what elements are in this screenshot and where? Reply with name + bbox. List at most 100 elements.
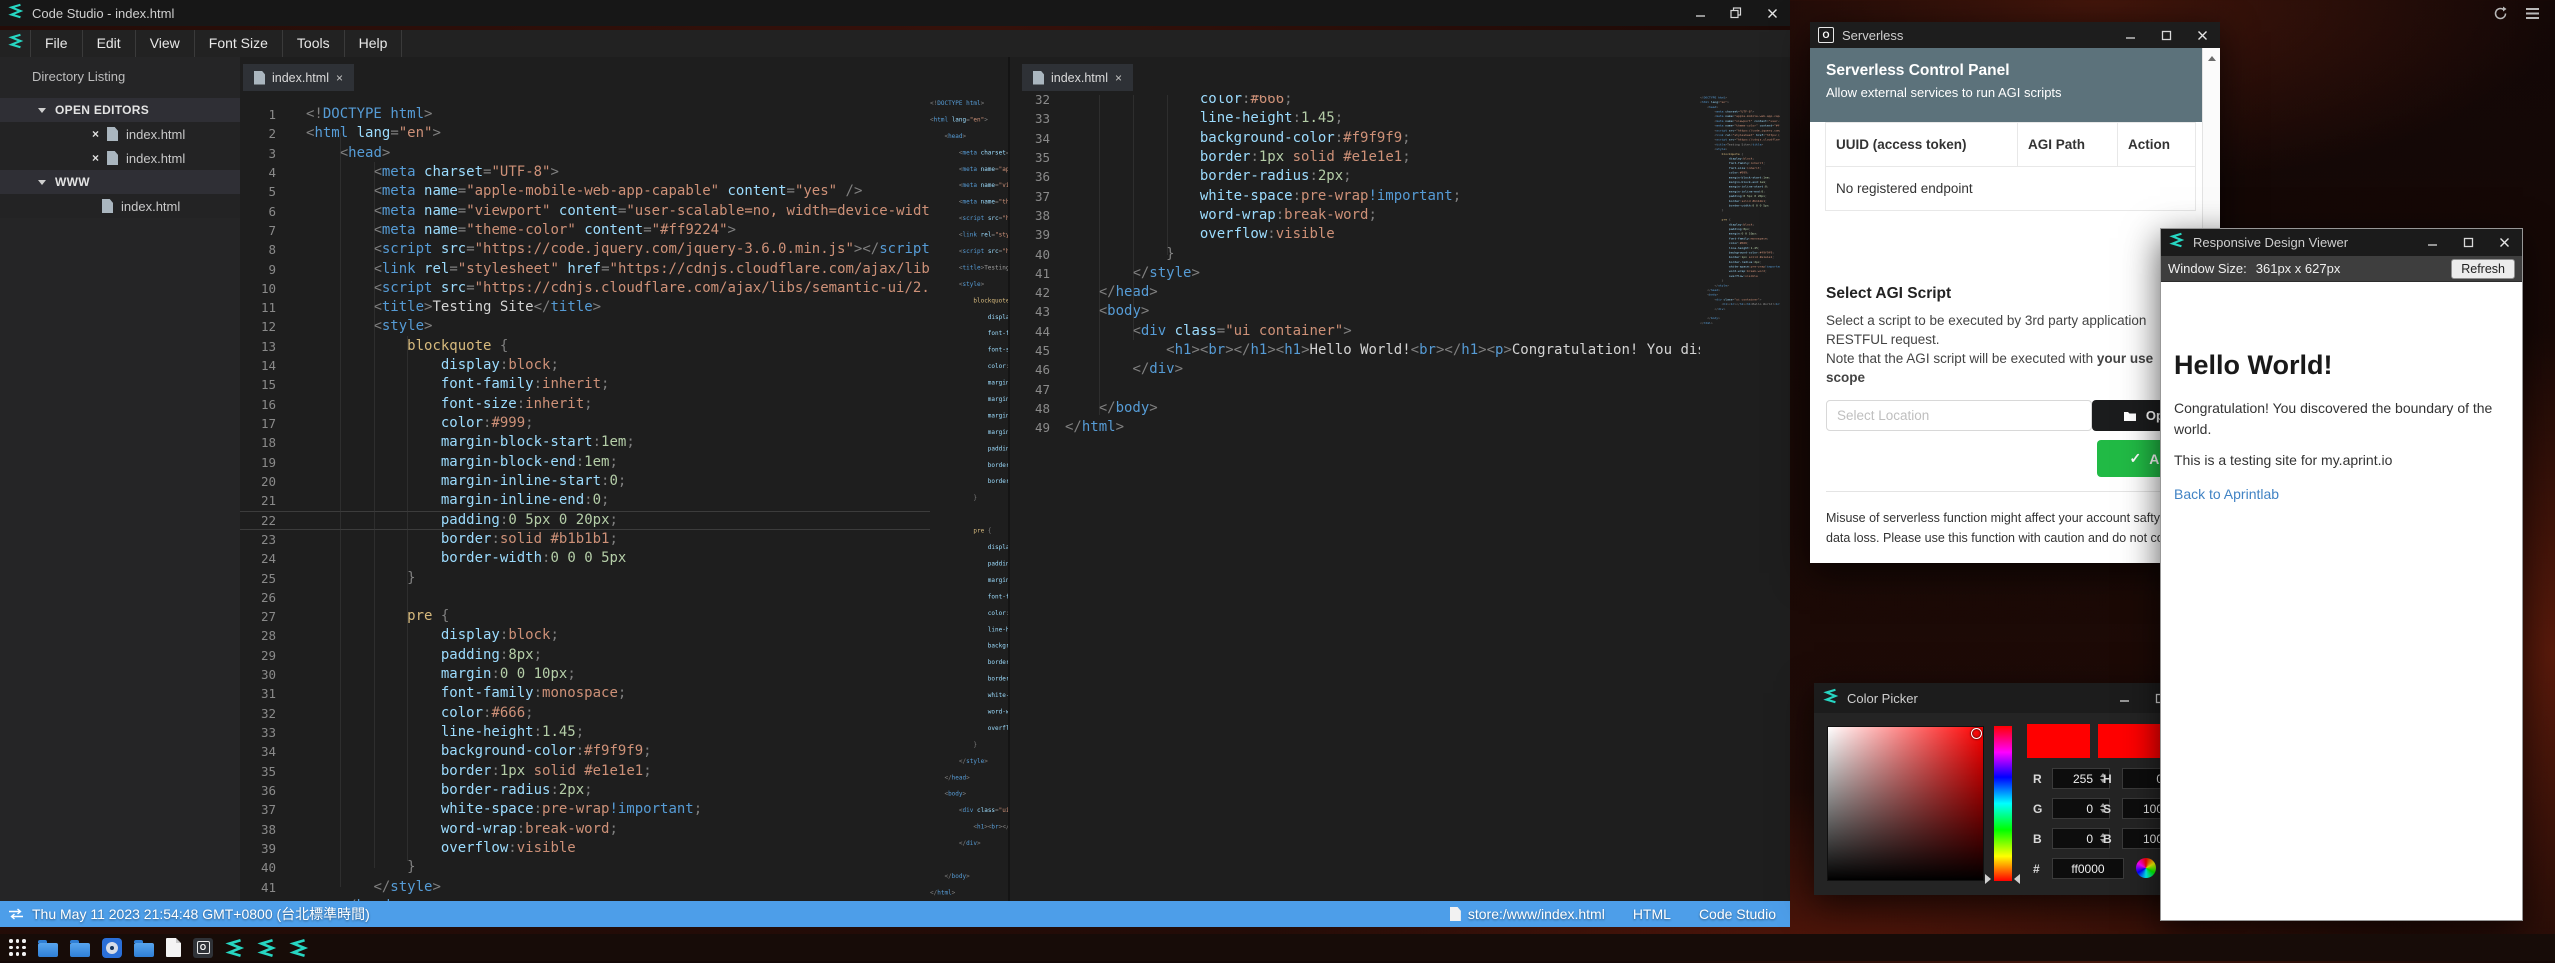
taskbar-code-studio-icon[interactable]: [225, 938, 245, 958]
minimap-pane-2[interactable]: <!DOCTYPE html><html lang="en"> <head> <…: [1700, 95, 1780, 335]
code-line-7[interactable]: 7 <meta name="theme-color" content="#ff9…: [240, 221, 930, 240]
close-icon[interactable]: ×: [1115, 72, 1122, 84]
tab-index-html-pane1[interactable]: index.html ×: [243, 64, 354, 91]
code-line-43[interactable]: 43 <body>: [1010, 302, 1700, 321]
code-line-31[interactable]: 31 font-family:monospace;: [240, 684, 930, 703]
minimap-pane-1[interactable]: <!DOCTYPE html><html lang="en"> <head> <…: [930, 95, 1008, 901]
code-line-17[interactable]: 17 color:#999;: [240, 414, 930, 433]
desktop-refresh-icon[interactable]: [2492, 5, 2509, 27]
editor-pane-1[interactable]: 1<!DOCTYPE html>2<html lang="en">3 <head…: [240, 95, 930, 901]
sv-cursor[interactable]: [1971, 728, 1982, 739]
code-line-21[interactable]: 21 margin-inline-end:0;: [240, 491, 930, 510]
code-line-33[interactable]: 33 line-height:1.45;: [240, 723, 930, 742]
code-line-27[interactable]: 27 pre {: [240, 607, 930, 626]
code-line-41[interactable]: 41 </style>: [240, 878, 930, 897]
hex-input[interactable]: ff0000: [2052, 858, 2124, 879]
hue-marker-right[interactable]: [2014, 874, 2020, 884]
code-line-3[interactable]: 3 <head>: [240, 144, 930, 163]
restore-button[interactable]: [1718, 0, 1754, 26]
hue-slider[interactable]: [1994, 726, 2012, 881]
menu-item-tools[interactable]: Tools: [283, 30, 345, 57]
taskbar-code-studio-icon[interactable]: [289, 938, 309, 958]
code-line-9[interactable]: 9 <link rel="stylesheet" href="https://c…: [240, 260, 930, 279]
code-line-29[interactable]: 29 padding:8px;: [240, 646, 930, 665]
scroll-up-arrow-icon[interactable]: [2203, 50, 2220, 66]
code-line-4[interactable]: 4 <meta charset="UTF-8">: [240, 163, 930, 182]
menu-item-file[interactable]: File: [30, 30, 83, 57]
code-line-24[interactable]: 24 border-width:0 0 0 5px: [240, 549, 930, 568]
code-line-39[interactable]: 39 overflow:visible: [1010, 225, 1700, 244]
main-titlebar[interactable]: Code Studio - index.html: [0, 0, 1790, 26]
code-line-34[interactable]: 34 background-color:#f9f9f9;: [1010, 129, 1700, 148]
taskbar-folder-icon[interactable]: [70, 943, 90, 957]
menu-item-edit[interactable]: Edit: [83, 30, 136, 57]
code-line-46[interactable]: 46 </div>: [1010, 360, 1700, 379]
code-line-45[interactable]: 45 <h1><br></h1><h1>Hello World!<br></h1…: [1010, 341, 1700, 360]
close-button[interactable]: [1754, 0, 1790, 26]
code-line-8[interactable]: 8 <script src="https://code.jquery.com/j…: [240, 240, 930, 259]
minimize-button[interactable]: [2112, 22, 2148, 48]
code-line-5[interactable]: 5 <meta name="apple-mobile-web-app-capab…: [240, 182, 930, 201]
code-line-40[interactable]: 40 }: [240, 858, 930, 877]
location-input[interactable]: [1826, 400, 2092, 431]
close-icon[interactable]: ×: [336, 72, 343, 84]
status-file-path[interactable]: store:/www/index.html: [1468, 906, 1605, 922]
code-line-20[interactable]: 20 margin-inline-start:0;: [240, 472, 930, 491]
r-value-input[interactable]: 255: [2052, 768, 2110, 789]
code-line-44[interactable]: 44 <div class="ui container">: [1010, 322, 1700, 341]
tab-index-html-pane2[interactable]: index.html ×: [1022, 64, 1133, 91]
minimize-button[interactable]: [2414, 229, 2450, 256]
code-line-30[interactable]: 30 margin:0 0 10px;: [240, 665, 930, 684]
status-language[interactable]: HTML: [1633, 906, 1671, 922]
color-swatch-current[interactable]: [2027, 724, 2090, 758]
code-line-25[interactable]: 25 }: [240, 569, 930, 588]
taskbar-folder-icon[interactable]: [134, 943, 154, 957]
code-line-40[interactable]: 40 }: [1010, 245, 1700, 264]
g-value-input[interactable]: 0: [2052, 798, 2110, 819]
minimize-button[interactable]: [2106, 683, 2142, 713]
menu-item-view[interactable]: View: [136, 30, 195, 57]
pane-divider[interactable]: [1008, 57, 1010, 901]
code-line-1[interactable]: 1<!DOCTYPE html>: [240, 105, 930, 124]
code-line-6[interactable]: 6 <meta name="viewport" content="user-sc…: [240, 202, 930, 221]
code-line-38[interactable]: 38 word-wrap:break-word;: [1010, 206, 1700, 225]
sidebar-item-index.html[interactable]: ×index.html: [0, 122, 240, 146]
code-line-47[interactable]: 47: [1010, 380, 1700, 399]
sidebar-item-index.html[interactable]: index.html: [0, 194, 240, 218]
b-value-input[interactable]: 0: [2052, 828, 2110, 849]
code-line-35[interactable]: 35 border:1px solid #e1e1e1;: [240, 762, 930, 781]
sidebar-section-www[interactable]: WWW: [0, 170, 240, 194]
desktop-menu-icon[interactable]: [2524, 5, 2541, 27]
editor-pane-2[interactable]: 32 color:#666;33 line-height:1.45;34 bac…: [1010, 95, 1700, 901]
code-line-23[interactable]: 23 border:solid #b1b1b1;: [240, 530, 930, 549]
refresh-button[interactable]: Refresh: [2451, 259, 2515, 279]
code-line-39[interactable]: 39 overflow:visible: [240, 839, 930, 858]
code-line-19[interactable]: 19 margin-block-end:1em;: [240, 453, 930, 472]
code-line-42[interactable]: 42 </head>: [1010, 283, 1700, 302]
taskbar-serverless-app-icon[interactable]: O: [193, 938, 213, 958]
code-line-37[interactable]: 37 white-space:pre-wrap!important;: [1010, 187, 1700, 206]
code-line-12[interactable]: 12 <style>: [240, 317, 930, 336]
taskbar-code-studio-icon[interactable]: [257, 938, 277, 958]
viewer-titlebar[interactable]: Responsive Design Viewer: [2161, 229, 2522, 256]
code-line-37[interactable]: 37 white-space:pre-wrap!important;: [240, 800, 930, 819]
code-line-49[interactable]: 49</html>: [1010, 418, 1700, 437]
code-line-26[interactable]: 26: [240, 588, 930, 607]
code-line-14[interactable]: 14 display:block;: [240, 356, 930, 375]
code-line-22[interactable]: 22 padding:0 5px 0 20px;: [240, 511, 930, 530]
serverless-titlebar[interactable]: O Serverless: [1810, 22, 2220, 48]
close-button[interactable]: [2184, 22, 2220, 48]
minimize-button[interactable]: [1682, 0, 1718, 26]
code-line-35[interactable]: 35 border:1px solid #e1e1e1;: [1010, 148, 1700, 167]
back-to-aprintlab-link[interactable]: Back to Aprintlab: [2174, 486, 2279, 502]
code-line-10[interactable]: 10 <script src="https://cdnjs.cloudflare…: [240, 279, 930, 298]
taskbar-app-grid-icon[interactable]: [9, 939, 26, 956]
close-icon[interactable]: ×: [92, 152, 99, 164]
code-line-32[interactable]: 32 color:#666;: [240, 704, 930, 723]
close-button[interactable]: [2486, 229, 2522, 256]
code-line-41[interactable]: 41 </style>: [1010, 264, 1700, 283]
maximize-button[interactable]: [2450, 229, 2486, 256]
saturation-value-picker[interactable]: [1827, 726, 1984, 881]
code-line-36[interactable]: 36 border-radius:2px;: [240, 781, 930, 800]
close-icon[interactable]: ×: [92, 128, 99, 140]
